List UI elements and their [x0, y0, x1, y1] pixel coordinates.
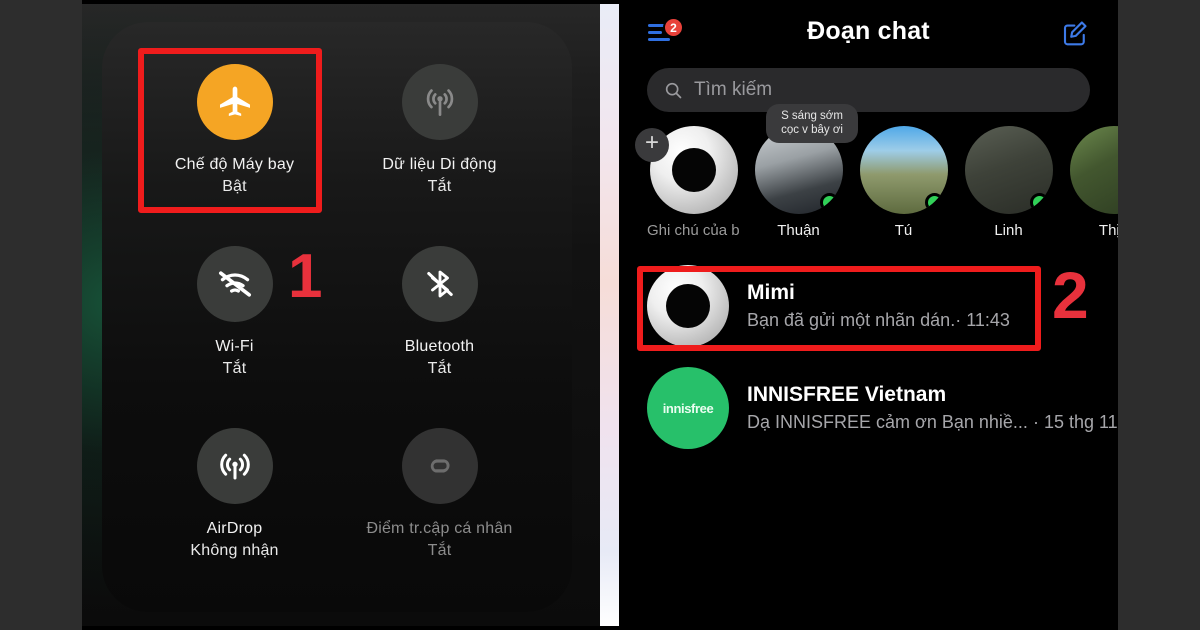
control-tile-label: Điểm tr.cập cá nhân Tắt	[366, 518, 512, 561]
messenger-header: 2 Đoạn chat	[619, 4, 1118, 66]
tile-title: Bluetooth	[404, 338, 475, 356]
airplane-icon[interactable]	[196, 64, 273, 141]
add-note-button[interactable]: +	[635, 128, 669, 162]
control-tile-label: Chế độ Máy bay Bật	[175, 154, 294, 197]
story-item-linh[interactable]: Linh	[962, 126, 1055, 239]
story-note-bubble: S sáng sớm cọc v bây ơi	[766, 104, 858, 143]
chat-preview-text: Dạ INNISFREE cảm ơn Bạn nhiề...	[747, 412, 1028, 432]
chat-row-innisfree[interactable]: innisfree INNISFREE Vietnam Dạ INNISFREE…	[619, 357, 1118, 459]
tile-state: Bật	[222, 178, 247, 195]
online-indicator	[819, 193, 839, 212]
photo-avatar[interactable]	[964, 126, 1053, 214]
control-tile-label: Bluetooth Tắt	[405, 336, 474, 379]
compose-icon[interactable]	[1060, 18, 1090, 48]
tile-title: Chế độ Máy bay	[174, 156, 295, 174]
chat-name: INNISFREE Vietnam	[747, 383, 947, 406]
control-tile-bluetooth[interactable]: Bluetooth Tắt	[337, 222, 542, 404]
tile-state: Tắt	[427, 360, 452, 377]
chat-list: Mimi Bạn đã gửi một nhãn dán.· 11:43 inn…	[619, 255, 1118, 459]
hotspot-icon[interactable]	[401, 428, 478, 505]
chat-row-mimi[interactable]: Mimi Bạn đã gửi một nhãn dán.· 11:43	[619, 255, 1118, 357]
cellular-signal-icon[interactable]	[401, 64, 478, 141]
chat-separator: ·	[955, 310, 962, 330]
online-indicator	[924, 193, 944, 212]
compose-glyph	[1063, 21, 1087, 46]
airplane-glyph	[219, 87, 250, 117]
story-label: Thuận	[777, 222, 820, 239]
hotspot-glyph	[430, 459, 449, 473]
tile-state: Tắt	[427, 542, 452, 559]
tile-state: Tắt	[222, 360, 247, 377]
tile-title: Dữ liệu Di động	[382, 156, 497, 174]
story-item-thin[interactable]: Thịn	[1067, 126, 1118, 239]
airdrop-glyph	[219, 454, 250, 480]
stories-row[interactable]: + Ghi chú của b... S sáng sớm cọc v bây …	[619, 104, 1118, 239]
panel-divider	[600, 4, 619, 626]
story-item-my-note[interactable]: + Ghi chú của b...	[635, 126, 740, 239]
control-tile-airplane-mode[interactable]: Chế độ Máy bay Bật	[132, 40, 337, 222]
tile-state: Tắt	[427, 178, 452, 195]
search-placeholder: Tìm kiếm	[694, 79, 773, 100]
page-title: Đoạn chat	[807, 17, 930, 45]
control-tile-label: Dữ liệu Di động Tắt	[382, 154, 496, 197]
story-label: Ghi chú của b...	[647, 222, 740, 239]
wifi-off-icon[interactable]	[196, 246, 273, 323]
story-item-tu[interactable]: Tú	[857, 126, 950, 239]
story-label: Linh	[994, 222, 1023, 239]
search-input[interactable]: Tìm kiếm	[647, 68, 1090, 112]
chat-name: Mimi	[747, 281, 795, 304]
chat-text: Mimi Bạn đã gửi một nhãn dán.· 11:43	[747, 281, 1010, 331]
innisfree-logo[interactable]: innisfree	[647, 367, 729, 449]
cellular-glyph	[426, 89, 453, 117]
screenshot-canvas: Chế độ Máy bay Bật Dữ liệu Di động Tắt W…	[0, 0, 1200, 630]
story-item-thuan[interactable]: S sáng sớm cọc v bây ơi Thuận	[752, 104, 858, 239]
search-icon	[665, 82, 682, 99]
photo-avatar[interactable]	[1069, 126, 1118, 214]
control-center-panel: Chế độ Máy bay Bật Dữ liệu Di động Tắt W…	[102, 22, 572, 612]
control-tile-cellular-data[interactable]: Dữ liệu Di động Tắt	[337, 40, 542, 222]
control-tile-personal-hotspot[interactable]: Điểm tr.cập cá nhân Tắt	[337, 404, 542, 586]
step-number-1: 1	[288, 242, 323, 311]
tile-state: Không nhận	[190, 542, 279, 559]
messenger-screenshot: 2 Đoạn chat Tìm kiếm + Ghi chú của b...	[619, 4, 1118, 626]
chat-time: 11:43	[966, 310, 1010, 330]
tile-title: Wi-Fi	[215, 338, 254, 356]
online-indicator	[1029, 193, 1049, 212]
airdrop-icon[interactable]	[196, 428, 273, 505]
donut-avatar[interactable]	[647, 265, 729, 347]
tile-title: AirDrop	[206, 520, 263, 538]
story-label: Tú	[894, 222, 913, 239]
wifi-off-glyph	[218, 271, 251, 298]
chat-preview: Dạ INNISFREE cảm ơn Bạn nhiề... · 15 thg…	[747, 412, 1118, 433]
control-tile-label: AirDrop Không nhận	[190, 518, 278, 561]
step-number-2: 2	[1052, 258, 1089, 332]
ios-control-center-screenshot: Chế độ Máy bay Bật Dữ liệu Di động Tắt W…	[82, 4, 602, 626]
chat-separator: ·	[1032, 412, 1039, 432]
control-center-grid: Chế độ Máy bay Bật Dữ liệu Di động Tắt W…	[102, 22, 572, 612]
chat-time: 15 thg 11	[1043, 412, 1118, 432]
chat-preview: Bạn đã gửi một nhãn dán.· 11:43	[747, 310, 1010, 331]
bluetooth-off-icon[interactable]	[401, 246, 478, 323]
story-label: Thịn	[1098, 222, 1118, 239]
chat-preview-text: Bạn đã gửi một nhãn dán.	[747, 310, 956, 330]
bluetooth-off-glyph	[426, 270, 453, 298]
control-tile-airdrop[interactable]: AirDrop Không nhận	[132, 404, 337, 586]
tile-title: Điểm tr.cập cá nhân	[366, 520, 513, 538]
control-tile-label: Wi-Fi Tắt	[215, 336, 253, 379]
chat-text: INNISFREE Vietnam Dạ INNISFREE cảm ơn Bạ…	[747, 383, 1118, 433]
photo-avatar[interactable]	[859, 126, 948, 214]
